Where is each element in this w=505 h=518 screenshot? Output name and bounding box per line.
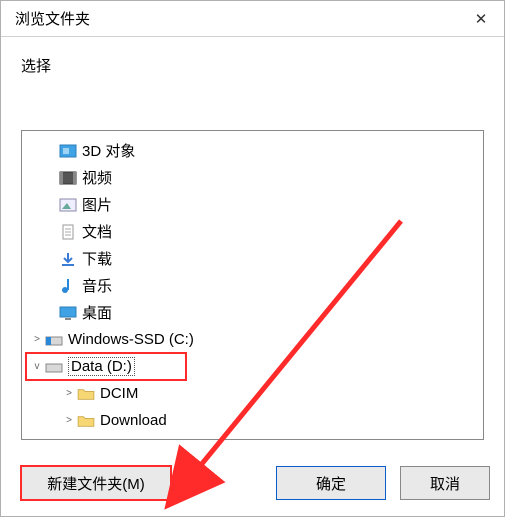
tree-item-label: 文档: [82, 221, 112, 242]
pictures-icon: [58, 196, 78, 214]
drive-icon: [44, 331, 64, 349]
tree-item-folder-dcim[interactable]: > DCIM: [26, 380, 483, 407]
browse-folder-dialog: 浏览文件夹 ✕ 选择 3D 对象 视频 图片: [0, 0, 505, 517]
desktop-icon: [58, 304, 78, 322]
prompt-label: 选择: [21, 55, 484, 76]
tree-item-desktop[interactable]: 桌面: [26, 299, 483, 326]
folder-tree[interactable]: 3D 对象 视频 图片 文档 下载: [21, 130, 484, 440]
tree-item-label: Data (D:): [68, 357, 135, 376]
expander-icon[interactable]: >: [62, 415, 76, 426]
music-icon: [58, 277, 78, 295]
downloads-icon: [58, 250, 78, 268]
tree-item-label: 桌面: [82, 302, 112, 323]
tree-item-label: MySoftware: [100, 439, 179, 440]
tree-item-videos[interactable]: 视频: [26, 164, 483, 191]
expander-icon[interactable]: >: [62, 388, 76, 399]
3dobjects-icon: [58, 142, 78, 160]
tree-item-documents[interactable]: 文档: [26, 218, 483, 245]
titlebar: 浏览文件夹 ✕: [1, 1, 504, 37]
documents-icon: [58, 223, 78, 241]
tree-item-label: Windows-SSD (C:): [68, 331, 194, 348]
tree-item-folder-download[interactable]: > Download: [26, 407, 483, 434]
expander-icon[interactable]: v: [30, 361, 44, 372]
folder-icon: [76, 412, 96, 430]
close-icon: ✕: [475, 10, 488, 28]
dialog-title: 浏览文件夹: [15, 8, 90, 29]
tree-item-label: 3D 对象: [82, 140, 135, 161]
tree-item-3dobjects[interactable]: 3D 对象: [26, 137, 483, 164]
tree-item-pictures[interactable]: 图片: [26, 191, 483, 218]
expander-icon[interactable]: >: [30, 334, 44, 345]
tree-item-label: DCIM: [100, 385, 138, 402]
tree-item-label: 图片: [82, 194, 112, 215]
cancel-button[interactable]: 取消: [400, 466, 490, 500]
tree-item-downloads[interactable]: 下载: [26, 245, 483, 272]
folder-icon: [76, 439, 96, 441]
ok-button[interactable]: 确定: [276, 466, 386, 500]
close-button[interactable]: ✕: [458, 1, 504, 37]
tree-item-label: 音乐: [82, 275, 112, 296]
tree-item-label: 视频: [82, 167, 112, 188]
tree-item-label: Download: [100, 412, 167, 429]
tree-item-folder-mysoftware[interactable]: > MySoftware: [26, 434, 483, 440]
dialog-body: 选择 3D 对象 视频 图片 文档: [1, 37, 504, 450]
tree-item-drive-d[interactable]: v Data (D:): [26, 353, 186, 380]
drive-icon: [44, 358, 64, 376]
button-row: 新建文件夹(M) 确定 取消: [21, 466, 504, 500]
tree-item-music[interactable]: 音乐: [26, 272, 483, 299]
tree-item-label: 下载: [82, 248, 112, 269]
folder-icon: [76, 385, 96, 403]
new-folder-button[interactable]: 新建文件夹(M): [21, 466, 171, 500]
tree-item-drive-c[interactable]: > Windows-SSD (C:): [26, 326, 483, 353]
video-icon: [58, 169, 78, 187]
